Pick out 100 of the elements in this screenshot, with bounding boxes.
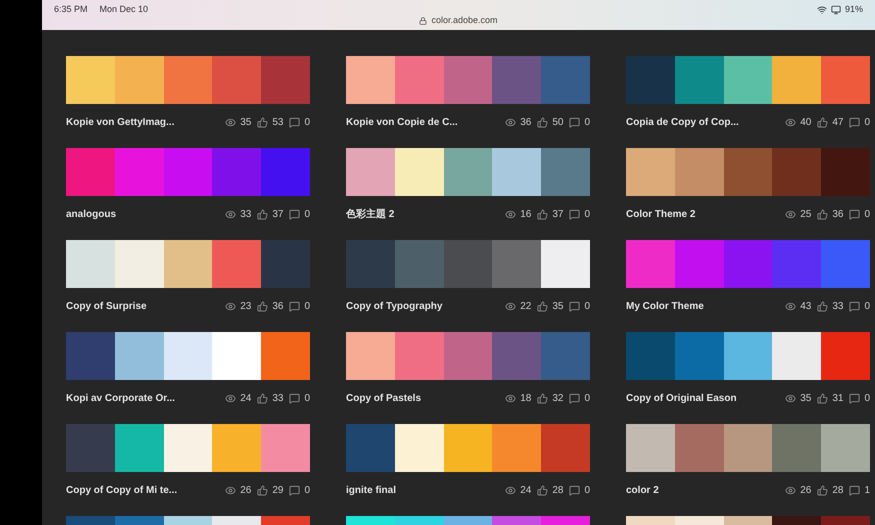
comment-icon[interactable]: [849, 485, 860, 496]
thumbs-up-icon[interactable]: [537, 301, 548, 312]
view-count: 33: [240, 208, 252, 222]
url-text[interactable]: color.adobe.com: [431, 14, 498, 28]
color-palette[interactable]: [626, 240, 870, 288]
status-time: 6:35 PM: [54, 3, 88, 16]
color-palette[interactable]: [346, 148, 590, 196]
view-count: 43: [800, 300, 812, 314]
lock-icon: [419, 16, 428, 25]
eye-icon: [505, 301, 516, 312]
like-count: 35: [552, 300, 564, 314]
comment-icon[interactable]: [569, 301, 580, 312]
thumbs-up-icon[interactable]: [537, 209, 548, 220]
thumbs-up-icon[interactable]: [817, 209, 828, 220]
thumbs-up-icon[interactable]: [817, 301, 828, 312]
eye-icon: [785, 117, 796, 128]
theme-title[interactable]: Kopie von Copie de C...: [346, 115, 458, 130]
color-palette[interactable]: [66, 148, 310, 196]
like-count: 28: [832, 484, 844, 498]
like-count: 47: [832, 116, 844, 130]
thumbs-up-icon[interactable]: [817, 117, 828, 128]
wifi-icon: [816, 4, 827, 15]
comment-count: 0: [304, 300, 310, 314]
thumbs-up-icon[interactable]: [257, 117, 268, 128]
theme-title[interactable]: Kopi av Corporate Or...: [66, 391, 175, 406]
thumbs-up-icon[interactable]: [817, 393, 828, 404]
color-palette[interactable]: [346, 240, 590, 288]
thumbs-up-icon[interactable]: [537, 393, 548, 404]
theme-title[interactable]: Copy of Typography: [346, 299, 442, 314]
thumbs-up-icon[interactable]: [257, 301, 268, 312]
view-count: 24: [240, 392, 252, 406]
comment-count: 0: [864, 116, 870, 130]
thumbs-up-icon[interactable]: [537, 117, 548, 128]
like-count: 50: [552, 116, 564, 130]
eye-icon: [785, 301, 796, 312]
thumbs-up-icon[interactable]: [257, 393, 268, 404]
theme-title[interactable]: My Color Theme: [626, 299, 704, 314]
color-palette[interactable]: [346, 332, 590, 380]
comment-count: 0: [304, 208, 310, 222]
color-palette[interactable]: [346, 424, 590, 472]
comment-icon[interactable]: [849, 301, 860, 312]
theme-title[interactable]: Copy of Copy of Mi te...: [66, 483, 178, 498]
comment-count: 0: [584, 116, 590, 130]
color-palette[interactable]: [626, 424, 870, 472]
thumbs-up-icon[interactable]: [817, 485, 828, 496]
comment-icon[interactable]: [849, 117, 860, 128]
theme-title[interactable]: 色彩主題 2: [346, 207, 394, 222]
comment-icon[interactable]: [849, 393, 860, 404]
color-palette[interactable]: [626, 56, 870, 104]
color-palette[interactable]: [66, 56, 310, 104]
color-palette[interactable]: [66, 332, 310, 380]
color-palette[interactable]: [626, 332, 870, 380]
comment-count: 1: [864, 484, 870, 498]
eye-icon: [225, 301, 236, 312]
theme-title[interactable]: Copy of Surprise: [66, 299, 147, 314]
view-count: 16: [520, 208, 532, 222]
thumbs-up-icon[interactable]: [537, 485, 548, 496]
comment-icon[interactable]: [569, 393, 580, 404]
view-count: 23: [240, 300, 252, 314]
theme-title[interactable]: Copy of Original Eason: [626, 391, 737, 406]
comment-icon[interactable]: [289, 301, 300, 312]
like-count: 37: [272, 208, 284, 222]
like-count: 53: [272, 116, 284, 130]
theme-title[interactable]: Color Theme 2: [626, 207, 696, 222]
comment-icon[interactable]: [569, 209, 580, 220]
color-palette[interactable]: [346, 56, 590, 104]
theme-title[interactable]: Copia de Copy of Cop...: [626, 115, 739, 130]
color-palette[interactable]: [66, 424, 310, 472]
theme-title[interactable]: color 2: [626, 483, 659, 498]
comment-icon[interactable]: [289, 393, 300, 404]
like-count: 31: [832, 392, 844, 406]
eye-icon: [785, 393, 796, 404]
eye-icon: [225, 485, 236, 496]
thumbs-up-icon[interactable]: [257, 485, 268, 496]
battery-text: 91%: [844, 3, 863, 16]
view-count: 35: [800, 392, 812, 406]
comment-count: 0: [584, 484, 590, 498]
comment-icon[interactable]: [289, 485, 300, 496]
like-count: 37: [552, 208, 564, 222]
color-palette[interactable]: [626, 148, 870, 196]
comment-count: 0: [864, 392, 870, 406]
comment-icon[interactable]: [289, 117, 300, 128]
comment-icon[interactable]: [289, 209, 300, 220]
comment-count: 0: [584, 300, 590, 314]
view-count: 35: [240, 116, 252, 130]
theme-title[interactable]: Kopie von GettyImag...: [66, 115, 174, 130]
eye-icon: [505, 485, 516, 496]
theme-title[interactable]: analogous: [66, 207, 116, 222]
eye-icon: [505, 209, 516, 220]
color-palette[interactable]: [66, 240, 310, 288]
view-count: 18: [520, 392, 532, 406]
like-count: 36: [272, 300, 284, 314]
theme-title[interactable]: ignite final: [346, 483, 396, 498]
thumbs-up-icon[interactable]: [257, 209, 268, 220]
theme-title[interactable]: Copy of Pastels: [346, 391, 422, 406]
comment-icon[interactable]: [569, 485, 580, 496]
comment-icon[interactable]: [849, 209, 860, 220]
view-count: 40: [800, 116, 812, 130]
comment-count: 0: [304, 392, 310, 406]
comment-icon[interactable]: [569, 117, 580, 128]
